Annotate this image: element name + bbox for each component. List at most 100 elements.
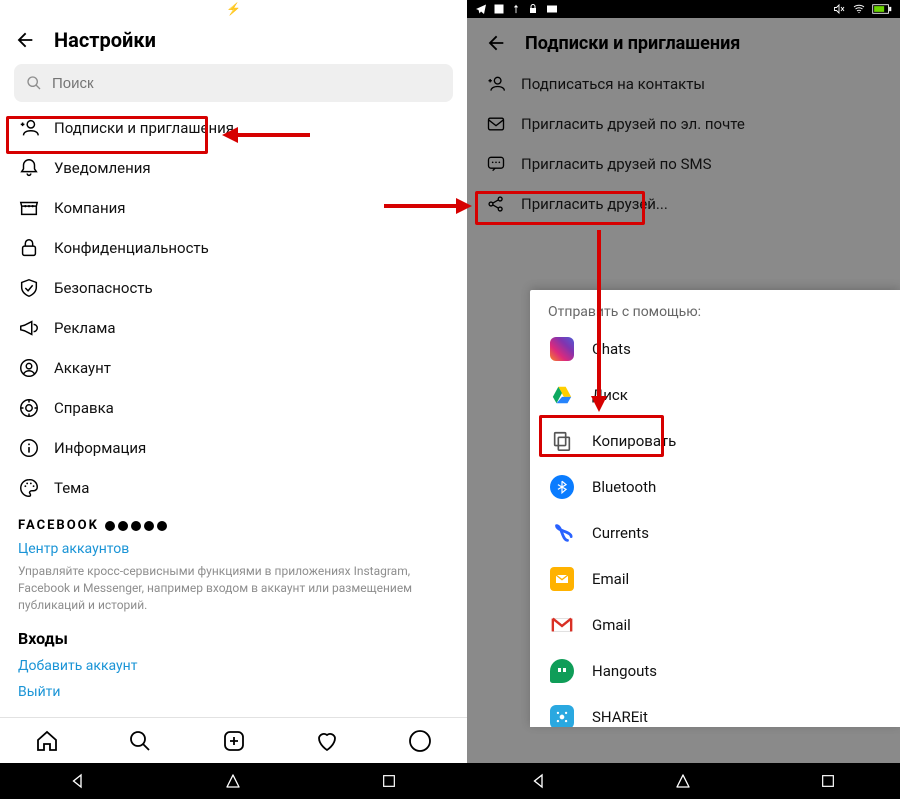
mute-icon: [832, 3, 846, 15]
share-option-shareit[interactable]: SHAREit: [530, 694, 900, 727]
menu-label: Аккаунт: [54, 359, 111, 377]
share-label: Диск: [592, 386, 628, 404]
back-button[interactable]: [485, 32, 507, 54]
sms-icon: [485, 153, 507, 175]
share-option-email[interactable]: Email: [530, 556, 900, 602]
left-phone: ⚡ Настройки Подписки и приглашения: [0, 0, 467, 799]
lock-icon: [18, 237, 40, 259]
back-button[interactable]: [14, 29, 36, 51]
facebook-label: FACEBOOK: [18, 518, 99, 533]
share-label: SHAREit: [592, 708, 648, 726]
nav-back[interactable]: [58, 772, 98, 790]
nav-back[interactable]: [519, 772, 559, 790]
menu-label: Безопасность: [54, 279, 153, 297]
right-phone: Подписки и приглашения Подписаться на ко…: [467, 0, 900, 799]
share-label: Email: [592, 570, 629, 588]
charging-bolt-icon: ⚡: [226, 2, 241, 16]
settings-header: Настройки: [0, 18, 467, 60]
ig-tab-bar: [0, 717, 467, 763]
android-nav-left: [0, 763, 467, 799]
menu-item-invite-email[interactable]: Пригласить друзей по эл. почте: [467, 104, 900, 144]
share-label: Currents: [592, 524, 649, 542]
invite-menu: Подписаться на контакты Пригласить друзе…: [467, 64, 900, 224]
home-icon: [35, 729, 59, 753]
tab-profile[interactable]: [374, 729, 467, 753]
menu-label: Информация: [54, 439, 146, 457]
menu-label: Пригласить друзей...: [521, 195, 668, 213]
share-label: Копировать: [592, 432, 676, 450]
nav-recent[interactable]: [808, 773, 848, 789]
tab-search[interactable]: [93, 729, 186, 753]
nav-home[interactable]: [663, 772, 703, 790]
nav-home[interactable]: [213, 772, 253, 790]
settings-menu: Подписки и приглашения Уведомления Компа…: [0, 108, 467, 512]
accounts-center-description: Управляйте кросс-сервисными функциями в …: [0, 561, 467, 623]
logout-link[interactable]: Выйти: [0, 678, 467, 704]
tab-home[interactable]: [0, 729, 93, 753]
accounts-center-link[interactable]: Центр аккаунтов: [0, 535, 467, 561]
share-option-bluetooth[interactable]: Bluetooth: [530, 464, 900, 510]
user-circle-icon: [18, 357, 40, 379]
lock-icon: [527, 3, 539, 15]
storefront-icon: [18, 197, 40, 219]
facebook-brand-row: FACEBOOK: [0, 512, 467, 535]
instagram-icon: [550, 337, 574, 361]
menu-item-privacy[interactable]: Конфиденциальность: [0, 228, 467, 268]
wifi-icon: [852, 3, 866, 15]
brand-icons: [105, 521, 167, 531]
search-input[interactable]: [52, 75, 441, 92]
status-bar-right: [467, 0, 900, 18]
share-option-copy[interactable]: Копировать: [530, 418, 900, 464]
menu-item-security[interactable]: Безопасность: [0, 268, 467, 308]
share-label: Gmail: [592, 616, 631, 634]
menu-label: Подписаться на контакты: [521, 75, 705, 93]
drive-icon: [550, 383, 574, 407]
menu-label: Пригласить друзей по эл. почте: [521, 115, 745, 133]
share-label: Hangouts: [592, 662, 657, 680]
menu-label: Уведомления: [54, 159, 151, 177]
status-bar-left: ⚡: [0, 0, 467, 18]
shield-icon: [18, 277, 40, 299]
menu-item-follow-and-invite[interactable]: Подписки и приглашения: [0, 108, 467, 148]
currents-icon: [550, 521, 574, 545]
share-option-drive[interactable]: Диск: [530, 372, 900, 418]
mail-icon: [545, 3, 559, 15]
share-option-hangouts[interactable]: Hangouts: [530, 648, 900, 694]
menu-item-ads[interactable]: Реклама: [0, 308, 467, 348]
menu-item-invite-other[interactable]: Пригласить друзей...: [467, 184, 900, 224]
search-field[interactable]: [14, 64, 453, 102]
menu-item-about[interactable]: Информация: [0, 428, 467, 468]
share-option-currents[interactable]: Currents: [530, 510, 900, 556]
tab-activity[interactable]: [280, 729, 373, 753]
menu-item-notifications[interactable]: Уведомления: [0, 148, 467, 188]
menu-label: Конфиденциальность: [54, 239, 209, 257]
arrow-left-icon: [485, 32, 507, 54]
image-icon: [493, 3, 505, 15]
share-label: Bluetooth: [592, 478, 656, 496]
email-icon: [550, 567, 574, 591]
bluetooth-icon: [550, 475, 574, 499]
menu-item-follow-contacts[interactable]: Подписаться на контакты: [467, 64, 900, 104]
share-option-chats[interactable]: Chats: [530, 326, 900, 372]
logins-heading: Входы: [0, 623, 467, 652]
tab-create[interactable]: [187, 729, 280, 753]
menu-item-invite-sms[interactable]: Пригласить друзей по SMS: [467, 144, 900, 184]
usb-icon: [511, 3, 521, 15]
telegram-icon: [475, 3, 487, 15]
share-option-gmail[interactable]: Gmail: [530, 602, 900, 648]
nav-recent[interactable]: [369, 773, 409, 789]
menu-label: Компания: [54, 199, 125, 217]
menu-label: Справка: [54, 399, 114, 417]
search-icon: [128, 729, 152, 753]
info-icon: [18, 437, 40, 459]
menu-item-theme[interactable]: Тема: [0, 468, 467, 508]
add-account-link[interactable]: Добавить аккаунт: [0, 652, 467, 678]
palette-icon: [18, 477, 40, 499]
share-sheet: Отправить с помощью: Chats Диск Копирова…: [530, 290, 900, 727]
menu-label: Тема: [54, 479, 89, 497]
menu-item-account[interactable]: Аккаунт: [0, 348, 467, 388]
megaphone-icon: [18, 317, 40, 339]
menu-item-help[interactable]: Справка: [0, 388, 467, 428]
share-icon: [485, 193, 507, 215]
menu-item-business[interactable]: Компания: [0, 188, 467, 228]
